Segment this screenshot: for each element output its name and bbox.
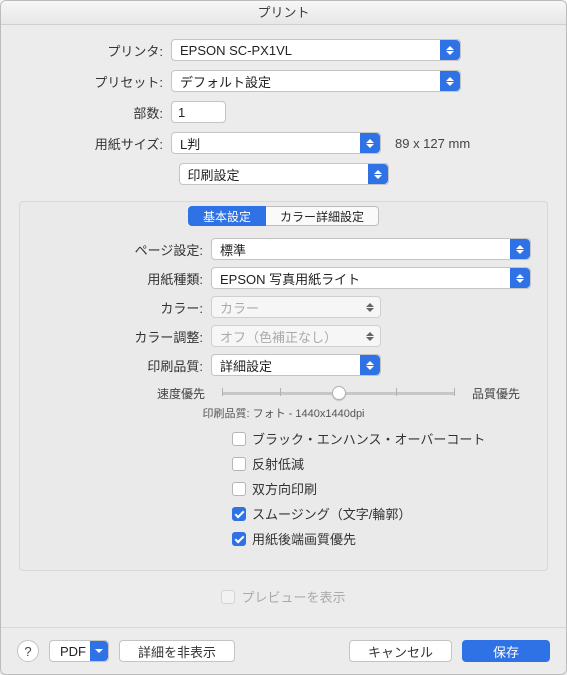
copies-input[interactable] — [171, 101, 226, 123]
chevron-down-icon — [90, 641, 108, 661]
slider-speed-label: 速度優先 — [146, 385, 216, 402]
section-select-value: 印刷設定 — [188, 165, 240, 184]
checkbox-smoothing-label: スムージング（文字/輪郭） — [252, 504, 411, 523]
checkbox-black-enhance[interactable] — [232, 432, 246, 446]
updown-icon — [440, 40, 460, 60]
tab-advanced-color[interactable]: カラー詳細設定 — [266, 206, 379, 226]
tab-basic[interactable]: 基本設定 — [188, 206, 266, 226]
tab-bar: 基本設定 カラー詳細設定 — [20, 206, 547, 226]
page-setup-value: 標準 — [220, 240, 246, 259]
copies-label: 部数: — [21, 103, 171, 122]
color-adjust-value: オフ（色補正なし） — [220, 327, 337, 346]
checkbox-preview — [221, 590, 235, 604]
updown-icon — [440, 71, 460, 91]
updown-icon — [360, 297, 380, 317]
updown-icon — [368, 164, 388, 184]
checkbox-gloss-label: 反射低減 — [252, 454, 304, 473]
checkbox-finest-detail-label: 用紙後端画質優先 — [252, 529, 356, 548]
color-label: カラー: — [36, 298, 211, 317]
checkbox-bidirectional[interactable] — [232, 482, 246, 496]
color-adjust-select: オフ（色補正なし） — [211, 325, 381, 347]
cancel-button[interactable]: キャンセル — [349, 640, 452, 662]
updown-icon — [360, 326, 380, 346]
section-select[interactable]: 印刷設定 — [179, 163, 389, 185]
printer-label: プリンタ: — [21, 41, 171, 60]
checkbox-finest-detail[interactable] — [232, 532, 246, 546]
updown-icon — [360, 355, 380, 375]
settings-group: 基本設定 カラー詳細設定 ページ設定: 標準 用紙種類: EPSON 写真用紙ラ… — [19, 201, 548, 571]
checkbox-gloss[interactable] — [232, 457, 246, 471]
media-type-value: EPSON 写真用紙ライト — [220, 269, 360, 288]
updown-icon — [360, 133, 380, 153]
save-button[interactable]: 保存 — [462, 640, 550, 662]
checkbox-smoothing[interactable] — [232, 507, 246, 521]
paper-size-select[interactable]: L判 — [171, 132, 381, 154]
updown-icon — [510, 239, 530, 259]
quality-slider[interactable] — [222, 383, 455, 403]
paper-size-label: 用紙サイズ: — [21, 134, 171, 153]
pdf-menu-label: PDF — [60, 644, 86, 659]
preset-select[interactable]: デフォルト設定 — [171, 70, 461, 92]
quality-hint: 印刷品質: フォト - 1440x1440dpi — [36, 405, 531, 421]
print-quality-label: 印刷品質: — [36, 356, 211, 375]
printer-select[interactable]: EPSON SC-PX1VL — [171, 39, 461, 61]
checkbox-black-enhance-label: ブラック・エンハンス・オーバーコート — [252, 429, 485, 448]
print-quality-value: 詳細設定 — [220, 356, 272, 375]
upper-section: プリンタ: EPSON SC-PX1VL プリセット: デフォルト設定 部数: … — [1, 25, 566, 201]
paper-size-value: L判 — [180, 134, 200, 153]
help-button[interactable]: ? — [17, 640, 39, 662]
pdf-menu-button[interactable]: PDF — [49, 640, 109, 662]
preview-label: プレビューを表示 — [241, 587, 345, 606]
color-value: カラー — [220, 298, 259, 317]
color-adjust-label: カラー調整: — [36, 327, 211, 346]
color-select: カラー — [211, 296, 381, 318]
window-title: プリント — [1, 1, 566, 25]
preview-row: プレビューを表示 — [1, 587, 566, 606]
updown-icon — [510, 268, 530, 288]
print-dialog: プリント プリンタ: EPSON SC-PX1VL プリセット: デフォルト設定… — [0, 0, 567, 675]
media-type-select[interactable]: EPSON 写真用紙ライト — [211, 267, 531, 289]
preset-label: プリセット: — [21, 72, 171, 91]
preset-select-value: デフォルト設定 — [180, 72, 271, 91]
slider-knob[interactable] — [332, 386, 346, 400]
page-setup-label: ページ設定: — [36, 240, 211, 259]
footer: ? PDF 詳細を非表示 キャンセル 保存 — [1, 627, 566, 674]
hide-details-button[interactable]: 詳細を非表示 — [119, 640, 235, 662]
slider-quality-label: 品質優先 — [461, 385, 531, 402]
print-quality-select[interactable]: 詳細設定 — [211, 354, 381, 376]
checkbox-bidirectional-label: 双方向印刷 — [252, 479, 317, 498]
paper-size-hint: 89 x 127 mm — [395, 136, 470, 151]
media-type-label: 用紙種類: — [36, 269, 211, 288]
page-setup-select[interactable]: 標準 — [211, 238, 531, 260]
printer-select-value: EPSON SC-PX1VL — [180, 43, 292, 58]
